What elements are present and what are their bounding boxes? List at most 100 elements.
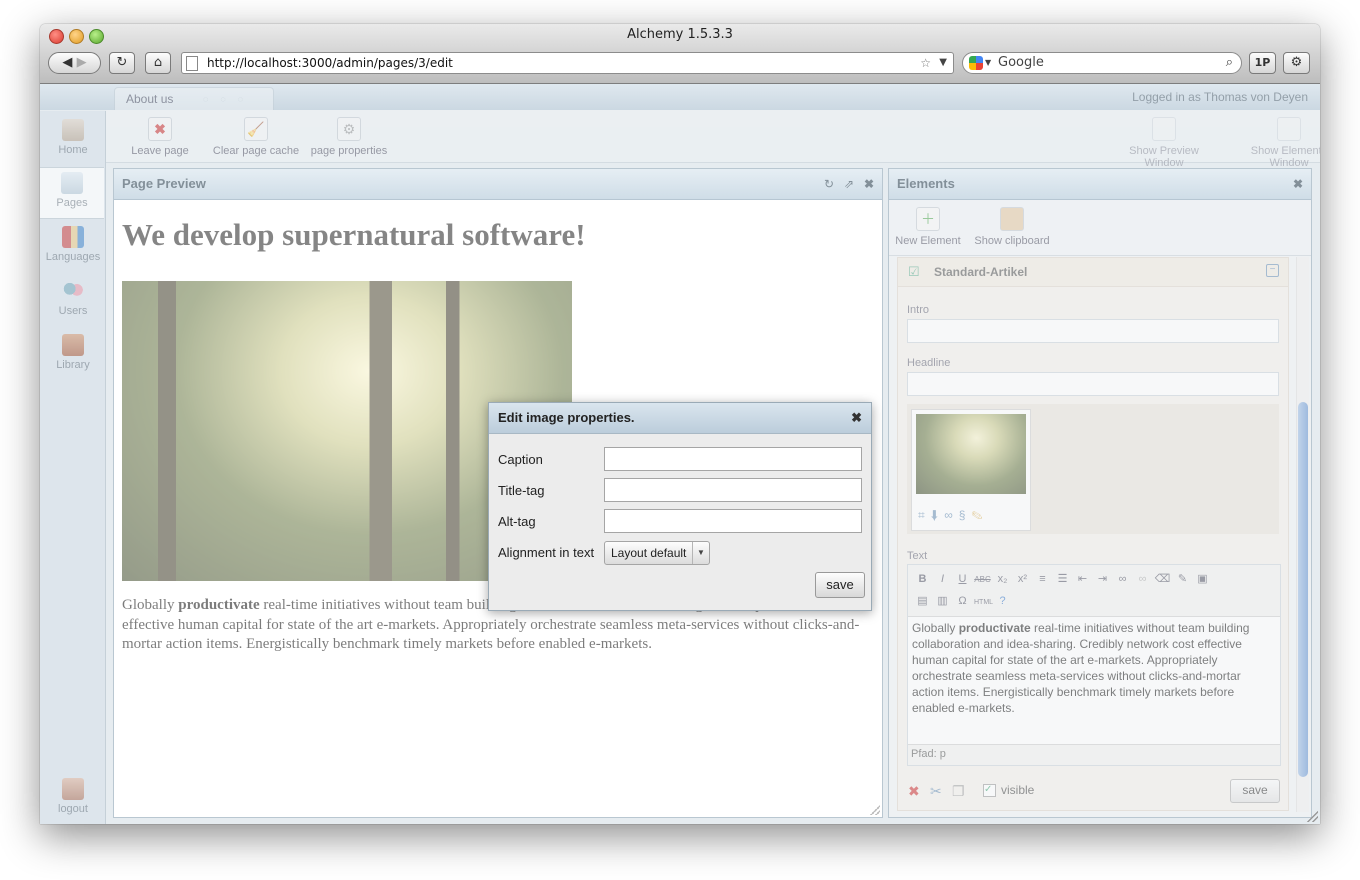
element-save-button[interactable]: save: [1230, 779, 1280, 803]
element-name: Standard-Artikel: [934, 265, 1028, 279]
paste-word-icon[interactable]: ▥: [934, 593, 951, 610]
page-preview-title: Page Preview: [122, 176, 206, 191]
italic-icon[interactable]: I: [934, 571, 951, 588]
elements-window-icon: [1277, 117, 1301, 141]
link-icon[interactable]: ∞: [1114, 571, 1131, 588]
rte-statusbar: Pfad: p: [908, 744, 1280, 765]
leave-page-button[interactable]: ✖ Leave page: [130, 114, 190, 157]
rte-text-lead: Globally: [912, 621, 959, 635]
unlink-icon[interactable]: §: [959, 508, 972, 522]
languages-flag-icon: [62, 226, 84, 248]
unordered-list-icon[interactable]: ☰: [1054, 571, 1071, 588]
magnifier-icon[interactable]: ⌕: [1226, 53, 1233, 73]
dialog-header[interactable]: Edit image properties. ✖: [489, 403, 871, 434]
cut-icon[interactable]: ✂: [930, 783, 942, 800]
window-resize-handle-icon[interactable]: [1307, 811, 1318, 822]
intro-label: Intro: [907, 304, 930, 316]
html-source-icon[interactable]: HTML: [974, 594, 993, 611]
address-bar[interactable]: http://localhost:3000/admin/pages/3/edit…: [181, 52, 954, 74]
rte-content[interactable]: Globally productivate real-time initiati…: [912, 620, 1276, 716]
dialog-close-icon[interactable]: ✖: [851, 403, 862, 433]
collapse-icon[interactable]: −: [1266, 264, 1279, 277]
crop-icon[interactable]: ⌗: [918, 508, 931, 522]
google-logo-icon: [969, 56, 983, 70]
page-properties-button[interactable]: ⚙ page properties: [308, 114, 390, 157]
element-header[interactable]: ☑ Standard-Artikel −: [898, 258, 1288, 287]
rte-text-bold: productivate: [958, 621, 1031, 635]
home-icon: ⌂: [153, 55, 163, 70]
delete-icon[interactable]: ✖: [908, 783, 920, 800]
fullscreen-icon[interactable]: ▣: [1194, 571, 1211, 588]
forward-arrow-icon[interactable]: ▶: [77, 55, 87, 70]
alignment-select[interactable]: Layout default ▼: [604, 541, 710, 565]
refresh-icon[interactable]: ↻: [824, 169, 834, 199]
caption-input[interactable]: [604, 447, 862, 471]
browser-window: Alchemy 1.5.3.3 ◀ ▶ ↻ ⌂ http://localhost…: [40, 24, 1320, 824]
help-icon[interactable]: ?: [994, 593, 1011, 610]
headline-label: Headline: [907, 357, 951, 369]
page-icon: [186, 56, 198, 71]
show-elements-window-button[interactable]: Show Elements Window: [1230, 114, 1320, 169]
show-clipboard-label: Show clipboard: [974, 235, 1050, 247]
paste-text-icon[interactable]: ▤: [914, 593, 931, 610]
new-element-label: New Element: [895, 235, 961, 247]
underline-icon[interactable]: U: [954, 571, 971, 588]
remove-format-icon[interactable]: ⌫: [1154, 571, 1171, 588]
settings-button[interactable]: ⚙: [1283, 52, 1310, 74]
back-forward-buttons[interactable]: ◀ ▶: [48, 52, 101, 74]
show-clipboard-button[interactable]: Show clipboard: [973, 204, 1051, 247]
back-arrow-icon[interactable]: ◀: [62, 55, 72, 70]
text-label: Text: [907, 550, 928, 562]
preview-text-bold: productivate: [178, 597, 260, 613]
pages-icon: [61, 172, 83, 194]
search-engine-dropdown-icon[interactable]: ▼: [985, 53, 991, 73]
onepassword-button[interactable]: 1P: [1249, 52, 1276, 74]
bold-icon[interactable]: B: [914, 571, 931, 588]
special-char-icon[interactable]: Ω: [954, 593, 971, 610]
show-preview-window-button[interactable]: Show Preview Window: [1109, 114, 1219, 169]
intro-input[interactable]: [907, 319, 1279, 343]
close-icon[interactable]: ✖: [864, 169, 874, 199]
superscript-icon[interactable]: x²: [1014, 571, 1031, 588]
alt-tag-input[interactable]: [604, 509, 862, 533]
resize-handle-icon[interactable]: [870, 805, 880, 815]
elements-scrollbar[interactable]: [1296, 257, 1309, 812]
address-text: http://localhost:3000/admin/pages/3/edit: [207, 56, 453, 70]
title-tag-input[interactable]: [604, 478, 862, 502]
close-icon[interactable]: ✖: [1293, 169, 1303, 199]
bookmark-star-icon[interactable]: ☆: [920, 53, 931, 73]
scrollbar-thumb[interactable]: [1298, 402, 1308, 777]
history-dropdown-icon[interactable]: ▼: [939, 53, 947, 73]
caption-label: Caption: [498, 452, 543, 467]
picture-thumbnail[interactable]: ⌗⬇∞§✎: [911, 409, 1031, 531]
visible-checkbox[interactable]: ✓: [983, 784, 996, 797]
headline-input[interactable]: [907, 372, 1279, 396]
nav-home[interactable]: Home: [44, 115, 102, 165]
outdent-icon[interactable]: ⇤: [1074, 571, 1091, 588]
nav-users[interactable]: Users: [44, 276, 102, 326]
nav-languages[interactable]: Languages: [44, 222, 102, 272]
swap-image-icon[interactable]: ⬇: [931, 508, 944, 522]
new-element-button[interactable]: ＋ New Element: [895, 204, 961, 247]
copy-icon[interactable]: ❐: [952, 783, 965, 800]
search-field[interactable]: ▼ Google ⌕: [962, 52, 1242, 74]
nav-library[interactable]: Library: [44, 330, 102, 380]
unlink-icon[interactable]: ∞: [1134, 571, 1151, 588]
link-icon[interactable]: ∞: [944, 508, 959, 522]
page-tab-about-us[interactable]: About us ◌◌◌: [114, 87, 274, 110]
window-title: Alchemy 1.5.3.3: [627, 27, 733, 42]
indent-icon[interactable]: ⇥: [1094, 571, 1111, 588]
reload-button[interactable]: ↻: [109, 52, 135, 74]
popout-icon[interactable]: ⇗: [844, 169, 854, 199]
clear-cache-button[interactable]: 🧹 Clear page cache: [210, 114, 302, 157]
rte-toolbar: B I U ABC x₂ x² ≡ ☰ ⇤ ⇥ ∞ ∞ ⌫ ✎ ▣ ▤ ▥ Ω HTML?: [908, 565, 1280, 617]
strikethrough-icon[interactable]: ABC: [974, 571, 991, 588]
nav-pages[interactable]: Pages: [40, 167, 104, 219]
ordered-list-icon[interactable]: ≡: [1034, 571, 1051, 588]
cleanup-icon[interactable]: ✎: [1174, 571, 1191, 588]
nav-logout[interactable]: logout: [44, 774, 102, 824]
dialog-save-button[interactable]: save: [815, 572, 865, 598]
subscript-icon[interactable]: x₂: [994, 571, 1011, 588]
edit-properties-icon[interactable]: ✎: [971, 508, 988, 522]
home-button[interactable]: ⌂: [145, 52, 171, 74]
